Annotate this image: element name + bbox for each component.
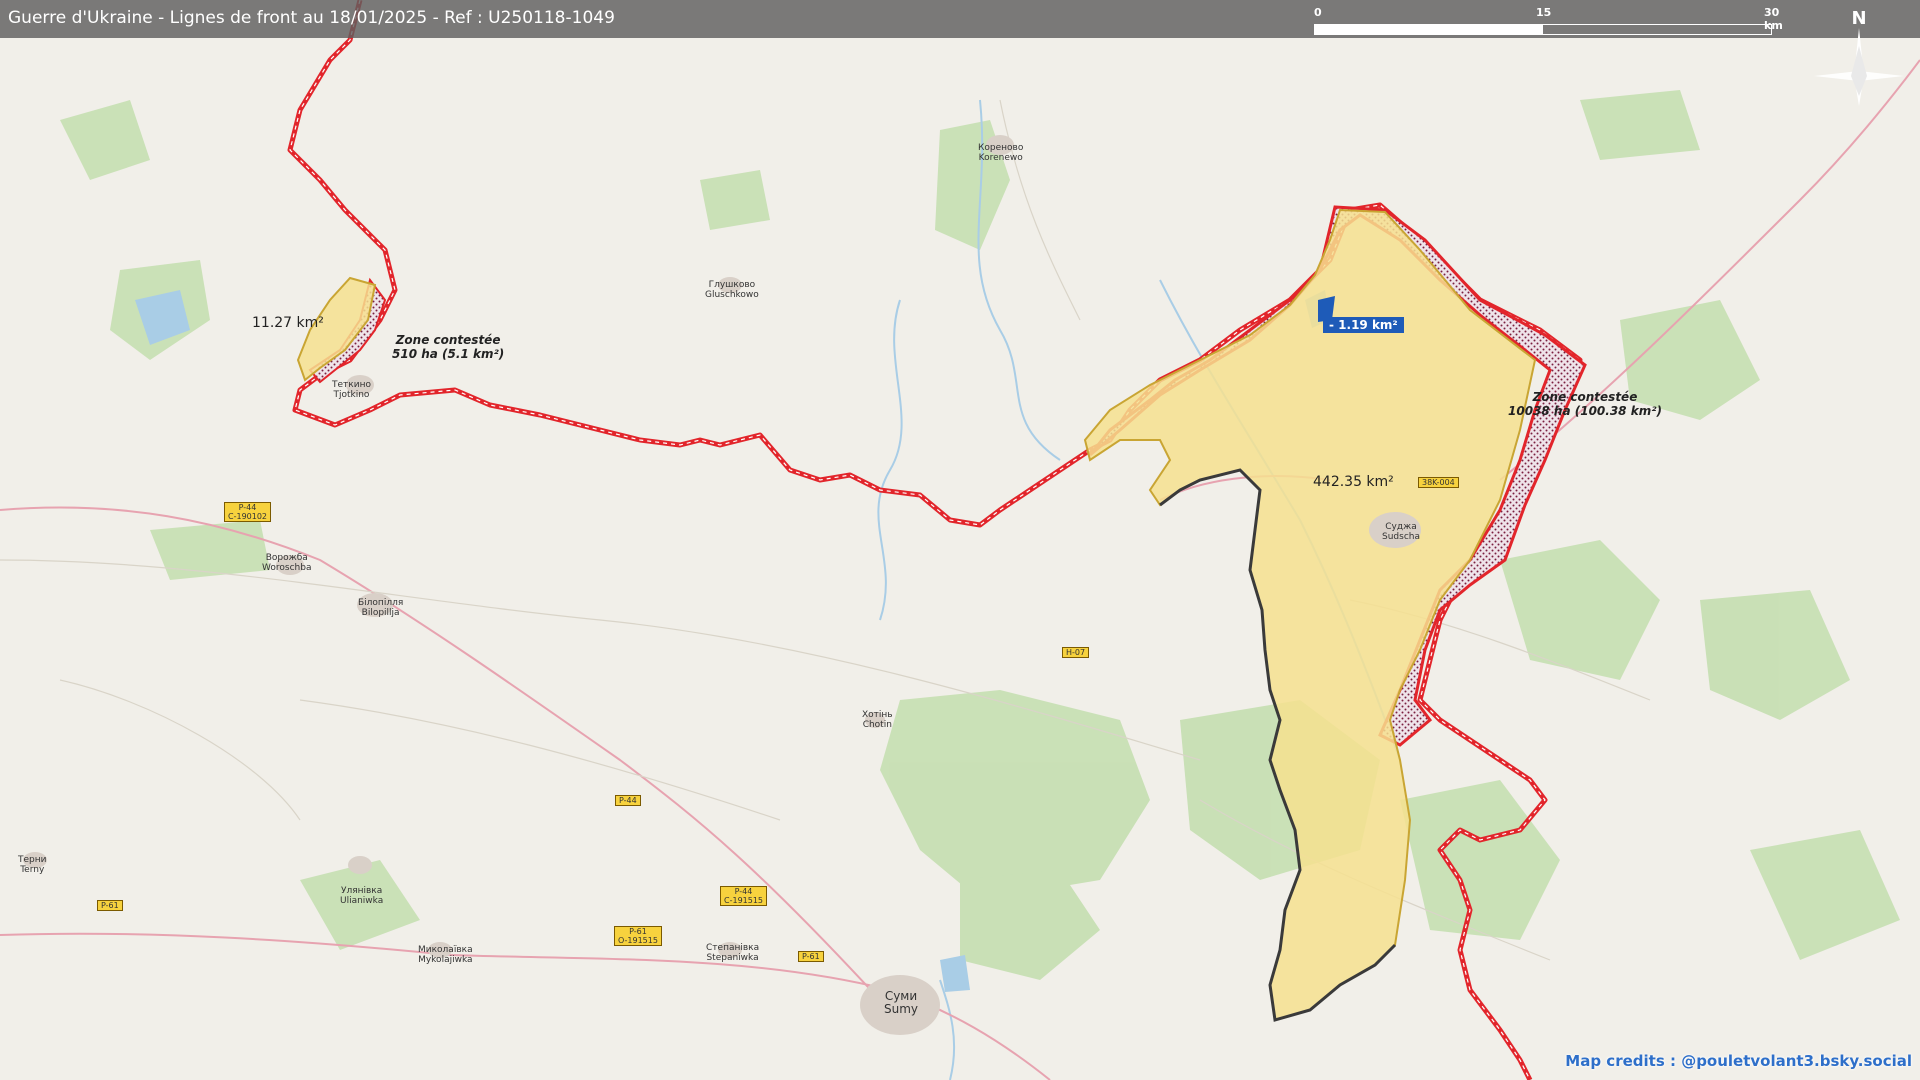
map-credits: Map credits : @pouletvolant3.bsky.social [1565,1052,1912,1070]
map-canvas[interactable] [0,0,1920,1080]
road-shield-p61-b: P-61 O-191515 [614,926,662,946]
place-tetkino: Теткино Tjotkino [332,380,371,400]
scale-bar-graphic [1314,24,1772,35]
compass-star-icon [1814,28,1904,106]
place-khotin: Хотінь Chotin [862,710,893,730]
place-korenevo: Кореново Korenewo [978,143,1024,163]
road-shield-p44-b: P-44 [615,795,641,806]
road-shield-p44-c: P-44 C-191515 [720,886,768,906]
tetkino-area-label: 11.27 km² [252,315,324,331]
place-sudzha: Суджа Sudscha [1382,522,1420,542]
title-bar: Guerre d'Ukraine - Lignes de front au 18… [0,0,1920,38]
place-glushkovo: Глушково Gluschkowo [705,280,759,300]
credits-text: Map credits : @pouletvolant3.bsky.social [1565,1052,1912,1070]
place-stepanivka: Степанівка Stepaniwka [706,943,760,963]
place-sumy: Суми Sumy [884,989,919,1016]
place-terny: Терни Terny [18,855,47,875]
place-bilopillia: Білопілля Bilopillja [358,598,404,618]
contested-east-value: 10038 ha (100.38 km²) [1508,404,1662,418]
contested-east-title: Zone contestée [1532,390,1638,404]
road-shield-38k004: 38K-004 [1418,477,1459,488]
scale-bar: 0 15 30 km [1314,4,1783,36]
road-shield-h07: H-07 [1062,647,1090,658]
road-shield-p44-a: P-44 C-190102 [224,502,272,522]
scale-label-15: 15 [1536,6,1552,19]
north-arrow: N [1804,6,1914,116]
contested-west-value: 510 ha (5.1 km²) [392,347,505,361]
road-shield-p61-a: P-61 [97,900,123,911]
road-shield-p61-c: P-61 [798,951,824,962]
place-mykolaivka: Миколаївка Mykolajiwka [418,945,473,965]
scale-label-0: 0 [1314,6,1322,19]
contested-west-title: Zone contestée [395,333,501,347]
map-title: Guerre d'Ukraine - Lignes de front au 18… [8,8,615,28]
sudzha-area-label: 442.35 km² [1313,474,1394,490]
place-vorozhba: Ворожба Woroschba [262,553,312,573]
place-ulianivka: Улянівка Ulianiwka [340,886,384,906]
contested-east-label: Zone contestée 10038 ha (100.38 km²) [1508,390,1662,418]
contested-west-label: Zone contestée 510 ha (5.1 km²) [392,333,504,361]
loss-badge: - 1.19 km² [1323,317,1404,333]
